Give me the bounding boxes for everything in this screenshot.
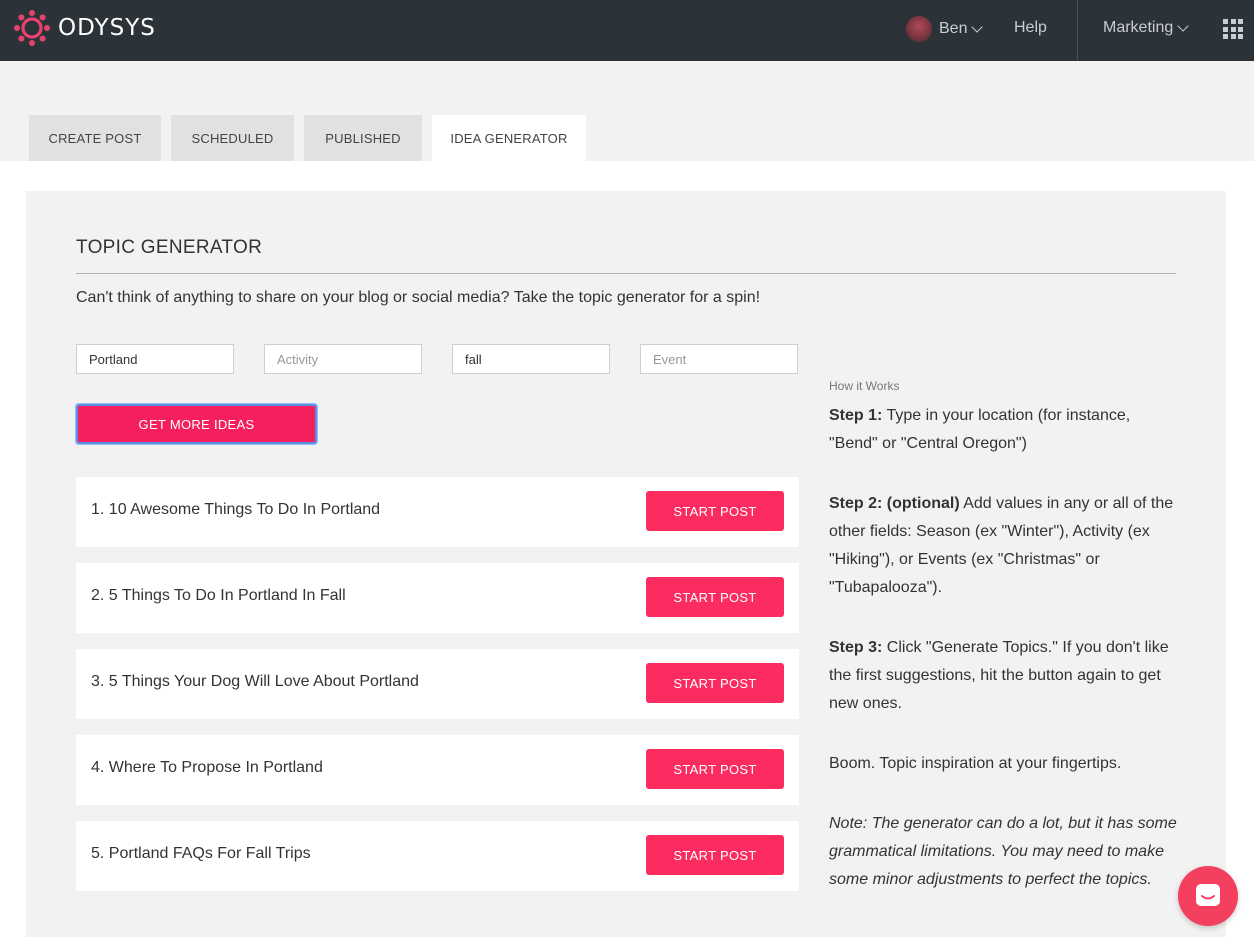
location-input[interactable] (76, 344, 234, 374)
boom-text: Boom. Topic inspiration at your fingerti… (829, 755, 1122, 772)
get-more-ideas-button[interactable]: GET MORE IDEAS (76, 404, 317, 444)
topic-generator-panel: TOPIC GENERATOR Can't think of anything … (26, 191, 1226, 937)
how-it-works-title: How it Works (829, 379, 900, 393)
chevron-down-icon (971, 21, 984, 33)
start-post-button[interactable]: START POST (646, 749, 784, 789)
intro-text: Can't think of anything to share on your… (76, 289, 761, 306)
list-item: 3. 5 Things Your Dog Will Love About Por… (76, 649, 799, 719)
start-post-button[interactable]: START POST (646, 835, 784, 875)
help-link[interactable]: Help (1014, 19, 1047, 37)
chat-launcher-button[interactable] (1178, 866, 1238, 926)
step-3-label: Step 3: (829, 639, 883, 656)
season-input[interactable] (452, 344, 610, 374)
tab-idea-generator[interactable]: IDEA GENERATOR (432, 115, 586, 161)
chevron-down-icon (1177, 20, 1189, 32)
header-divider (1077, 0, 1078, 61)
account-menu[interactable]: Marketing (1103, 19, 1189, 37)
tab-strip: CREATE POST SCHEDULED PUBLISHED IDEA GEN… (0, 61, 1254, 161)
chat-icon (1196, 884, 1220, 906)
step-3-text: Step 3: Click "Generate Topics." If you … (829, 634, 1181, 718)
user-name: Ben (939, 20, 968, 37)
user-menu[interactable]: Ben (906, 16, 984, 42)
start-post-button[interactable]: START POST (646, 663, 784, 703)
topic-label: 3. 5 Things Your Dog Will Love About Por… (91, 673, 419, 690)
brand-name: ODYSYS (58, 15, 156, 41)
note-text: Note: The generator can do a lot, but it… (829, 815, 1177, 888)
topic-label: 4. Where To Propose In Portland (91, 759, 323, 776)
apps-grid-icon[interactable] (1223, 19, 1243, 39)
topic-label: 2. 5 Things To Do In Portland In Fall (91, 587, 346, 604)
top-navigation-bar: ODYSYS Ben Help Marketing (0, 0, 1254, 61)
step-2-label: Step 2: (optional) (829, 495, 960, 512)
topic-label: 5. Portland FAQs For Fall Trips (91, 845, 311, 862)
start-post-button[interactable]: START POST (646, 577, 784, 617)
topic-results-list: 1. 10 Awesome Things To Do In Portland S… (76, 477, 799, 907)
event-input[interactable] (640, 344, 798, 374)
activity-input[interactable] (264, 344, 422, 374)
step-1-text: Step 1: Type in your location (for insta… (829, 402, 1181, 458)
user-avatar (906, 16, 932, 42)
title-divider (76, 273, 1176, 274)
list-item: 5. Portland FAQs For Fall Trips START PO… (76, 821, 799, 891)
start-post-button[interactable]: START POST (646, 491, 784, 531)
odysys-logo-icon[interactable] (14, 10, 50, 46)
account-name: Marketing (1103, 19, 1174, 36)
tab-create-post[interactable]: CREATE POST (29, 115, 161, 161)
list-item: 1. 10 Awesome Things To Do In Portland S… (76, 477, 799, 547)
page-title: TOPIC GENERATOR (76, 237, 263, 258)
step-2-text: Step 2: (optional) Add values in any or … (829, 490, 1181, 602)
step-1-label: Step 1: (829, 407, 883, 424)
list-item: 4. Where To Propose In Portland START PO… (76, 735, 799, 805)
tab-scheduled[interactable]: SCHEDULED (171, 115, 294, 161)
tab-published[interactable]: PUBLISHED (304, 115, 422, 161)
topic-label: 1. 10 Awesome Things To Do In Portland (91, 501, 381, 518)
list-item: 2. 5 Things To Do In Portland In Fall ST… (76, 563, 799, 633)
